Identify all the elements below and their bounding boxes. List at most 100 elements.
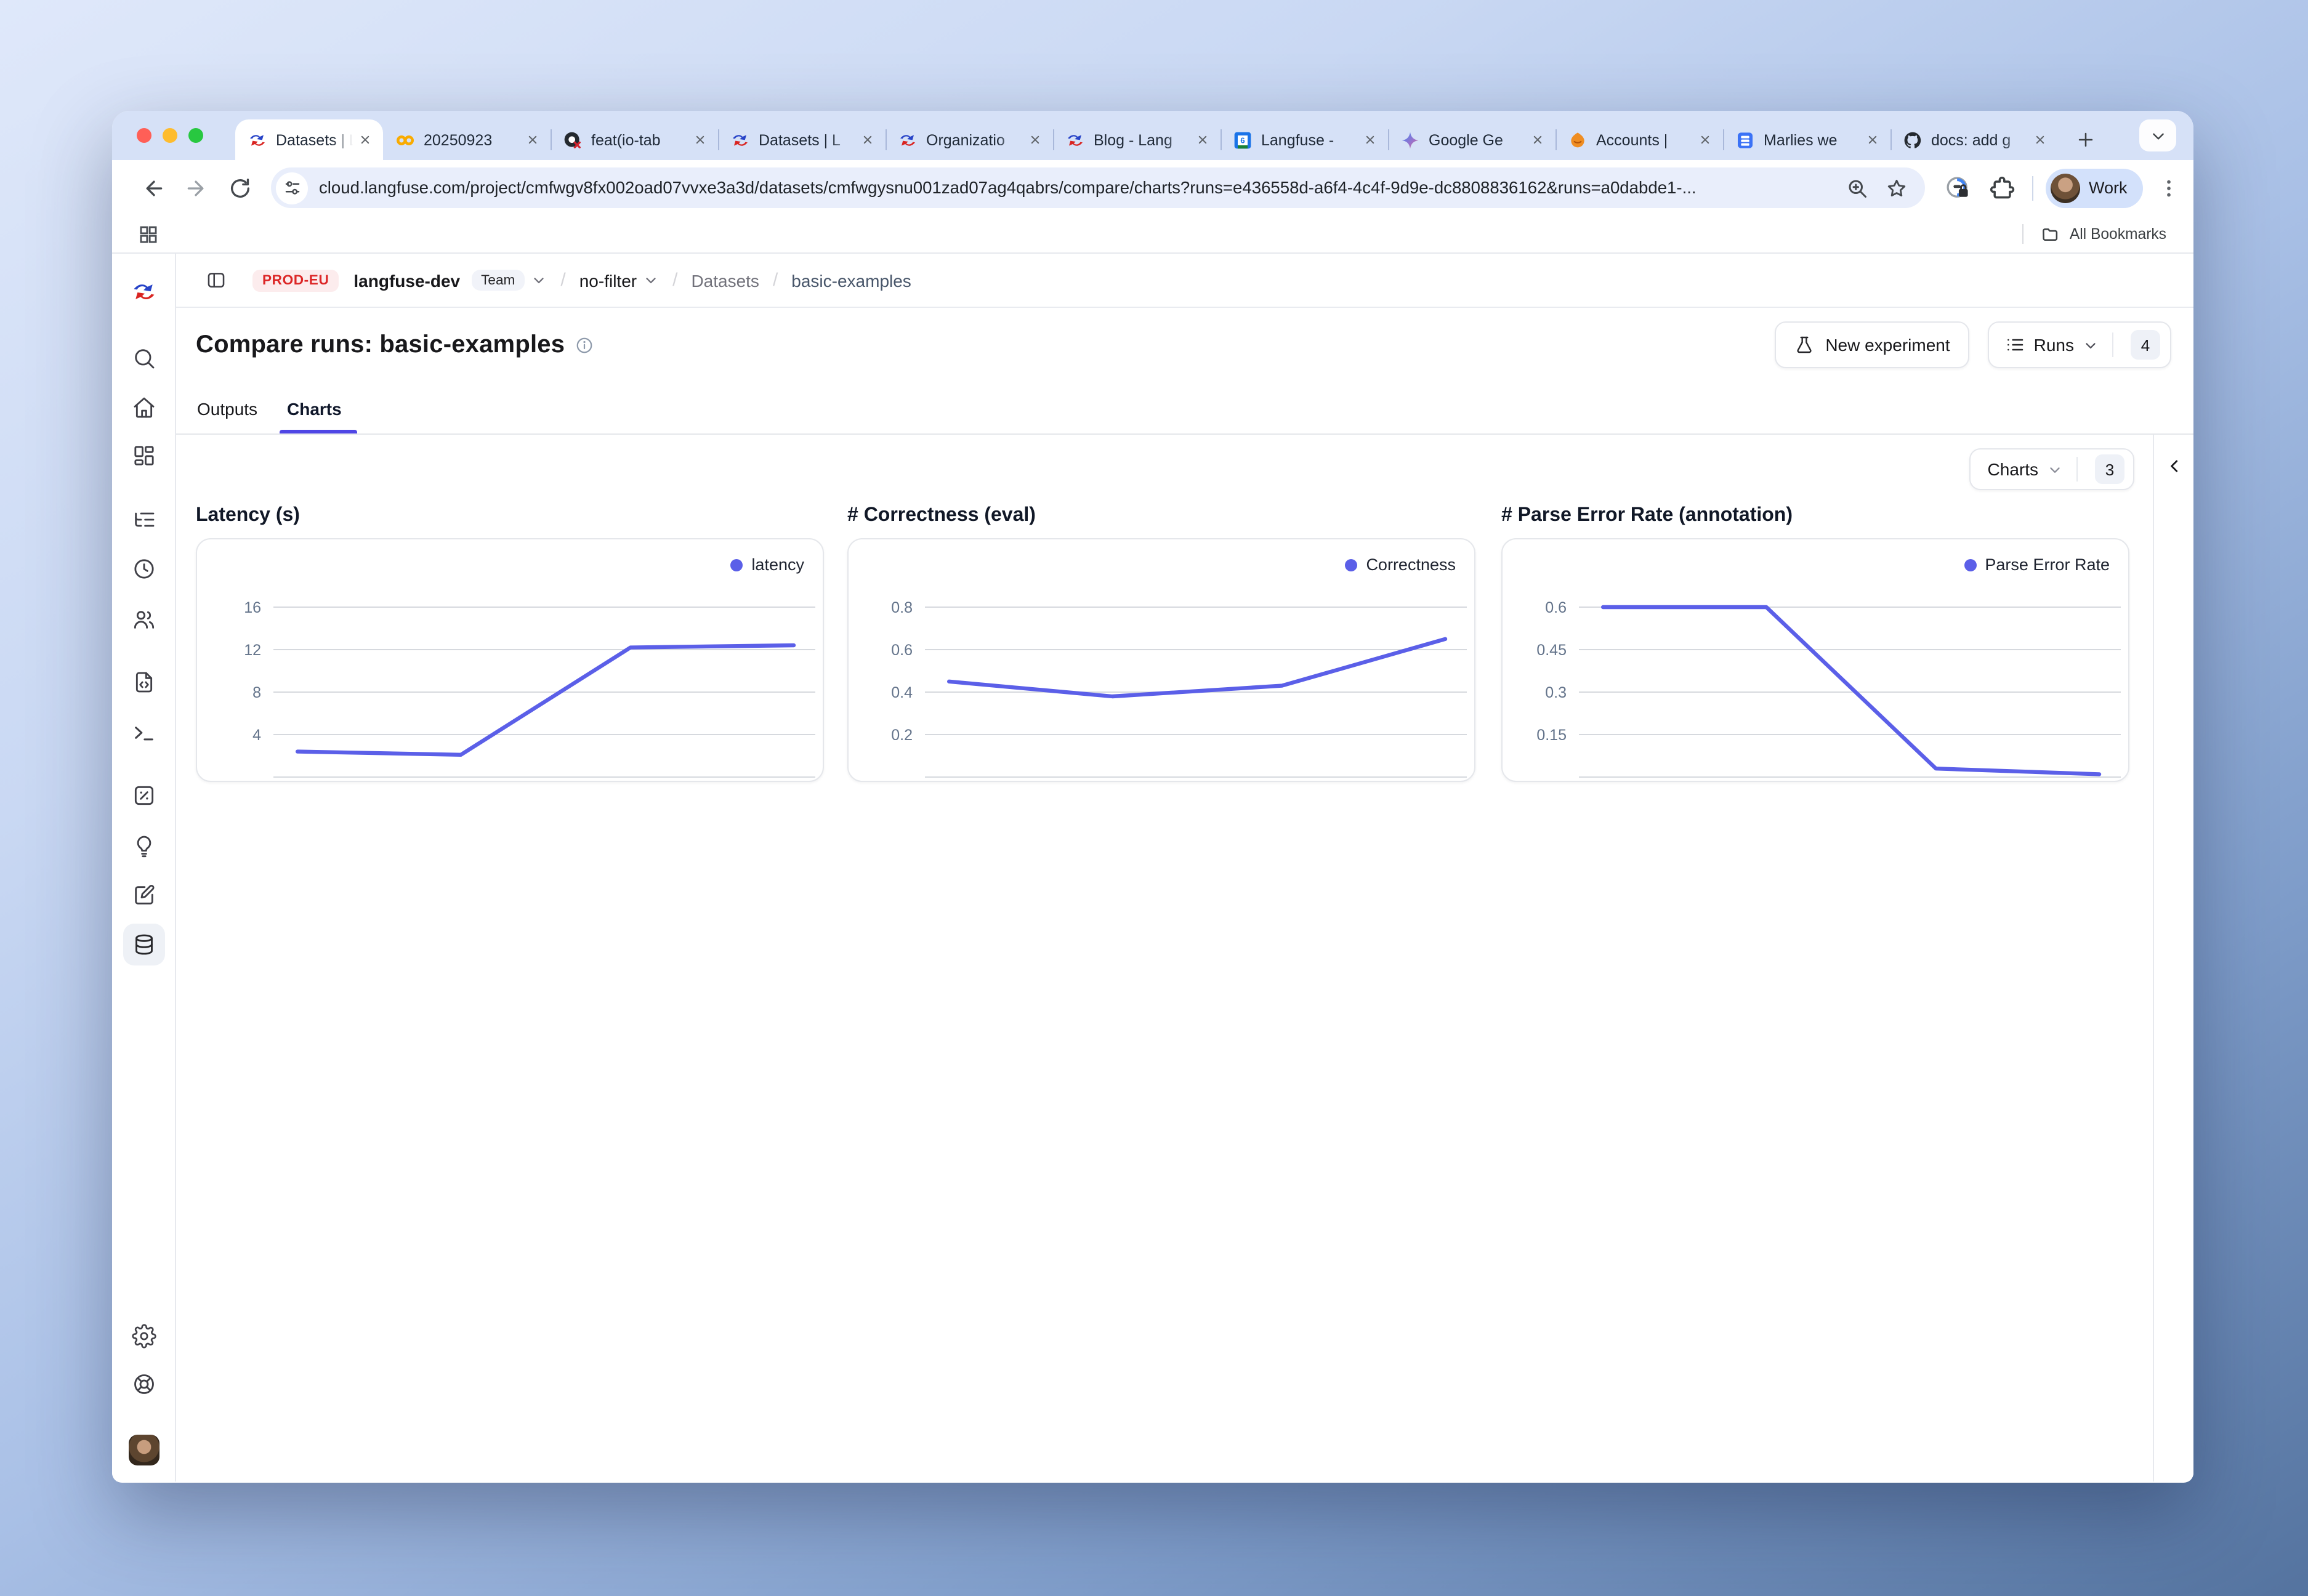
tab-close-icon[interactable] (1360, 130, 1379, 150)
browser-tab[interactable]: 20250923 (383, 119, 551, 160)
address-bar[interactable]: cloud.langfuse.com/project/cmfwgv8fx002o… (271, 167, 1925, 208)
tab-close-icon[interactable] (522, 130, 542, 150)
tracing-icon[interactable] (131, 507, 156, 532)
legend-label: Correctness (1366, 555, 1456, 574)
browser-tab[interactable]: Organizatio (886, 119, 1053, 160)
dashboards-icon[interactable] (131, 443, 156, 468)
legend-dot-icon (1345, 558, 1357, 571)
bookmark-star-icon[interactable] (1886, 177, 1908, 199)
browser-tab[interactable]: Datasets | L (235, 119, 383, 160)
project-name[interactable]: no-filter (579, 270, 637, 290)
tab-close-icon[interactable] (355, 130, 374, 150)
tab-title: 20250923 (424, 131, 522, 148)
tab-close-icon[interactable] (1862, 130, 1882, 150)
chevron-down-icon (2083, 337, 2099, 353)
tab-close-icon[interactable] (857, 130, 877, 150)
chart-title: # Correctness (eval) (847, 505, 1475, 538)
prompts-icon[interactable] (131, 670, 156, 695)
tab-close-icon[interactable] (1527, 130, 1547, 150)
runs-label: Runs (2034, 335, 2074, 355)
browser-profile-button[interactable]: Work (2046, 168, 2144, 208)
y-tick-label: 4 (252, 727, 261, 744)
datasets-icon[interactable] (123, 924, 164, 965)
chart-legend: Correctness (1345, 555, 1456, 574)
org-name[interactable]: langfuse-dev (353, 270, 460, 290)
right-rail (2153, 435, 2193, 1481)
chart-card: 0.150.30.450.6Parse Error Rate (1501, 538, 2129, 782)
forward-icon[interactable] (184, 175, 208, 200)
browser-tab[interactable]: 6Langfuse - (1221, 119, 1388, 160)
browser-tab[interactable]: Google Ge (1388, 119, 1555, 160)
breadcrumb-datasets-link[interactable]: Datasets (691, 270, 759, 290)
tab-charts[interactable]: Charts (287, 399, 342, 419)
search-icon[interactable] (131, 346, 156, 371)
tab-close-icon[interactable] (1695, 130, 1714, 150)
y-tick-label: 0.8 (891, 599, 913, 616)
y-tick-label: 0.3 (1545, 684, 1567, 701)
maximize-window-button[interactable] (188, 128, 203, 143)
browser-menu-icon[interactable] (2158, 177, 2181, 199)
browser-tab[interactable]: Datasets | L (718, 119, 886, 160)
chart-block: # Parse Error Rate (annotation)0.150.30.… (1501, 505, 2129, 782)
button-divider (2112, 332, 2113, 357)
tab-close-icon[interactable] (1025, 130, 1044, 150)
info-icon[interactable] (575, 336, 593, 354)
extensions-puzzle-icon[interactable] (1989, 174, 2016, 201)
tab-search-button[interactable] (2139, 119, 2176, 151)
tab-close-icon[interactable] (2030, 130, 2049, 150)
line-chart-svg: 0.20.40.60.8 (849, 539, 1475, 782)
y-tick-label: 0.45 (1536, 642, 1567, 659)
y-tick-label: 0.6 (891, 642, 913, 659)
breadcrumb: PROD-EU langfuse-dev Team / no-filter / … (176, 254, 2193, 308)
support-lifebuoy-icon[interactable] (131, 1372, 156, 1396)
tab-close-icon[interactable] (1192, 130, 1212, 150)
tab-outputs[interactable]: Outputs (197, 399, 257, 419)
page-header: Compare runs: basic-examples New experim… (176, 308, 2193, 382)
chevron-down-icon[interactable] (531, 272, 547, 288)
browser-tab[interactable]: Blog - Lang (1053, 119, 1221, 160)
playground-terminal-icon[interactable] (131, 720, 156, 745)
chart-block: # Correctness (eval)0.20.40.60.8Correctn… (847, 505, 1475, 782)
y-tick-label: 12 (244, 642, 261, 659)
charts-label: Charts (1988, 459, 2038, 479)
tab-close-icon[interactable] (690, 130, 709, 150)
users-icon[interactable] (131, 607, 156, 632)
collapse-panel-icon[interactable] (2165, 457, 2184, 475)
new-experiment-button[interactable]: New experiment (1775, 321, 1969, 368)
google-calendar-icon: 6 (1233, 130, 1253, 150)
browser-tab[interactable]: Marlies we (1723, 119, 1890, 160)
runs-count-badge: 4 (2131, 330, 2160, 360)
langfuse-logo-icon[interactable] (130, 278, 157, 305)
close-window-button[interactable] (137, 128, 151, 143)
chevron-down-icon (2047, 461, 2063, 477)
chevron-down-icon[interactable] (643, 272, 659, 288)
all-bookmarks-button[interactable]: All Bookmarks (2023, 224, 2166, 244)
minimize-window-button[interactable] (163, 128, 177, 143)
password-manager-icon[interactable] (1945, 174, 1972, 201)
site-info-icon[interactable] (276, 172, 308, 204)
sidebar-toggle-icon[interactable] (206, 270, 227, 291)
sessions-clock-icon[interactable] (131, 557, 156, 581)
chart-title: # Parse Error Rate (annotation) (1501, 505, 2129, 538)
charts-dropdown-button[interactable]: Charts 3 (1969, 448, 2134, 490)
url-text[interactable]: cloud.langfuse.com/project/cmfwgv8fx002o… (319, 179, 1846, 197)
home-icon[interactable] (131, 395, 156, 420)
langfuse-app: PROD-EU langfuse-dev Team / no-filter / … (112, 254, 2193, 1481)
page-tabs: Outputs Charts (176, 382, 2193, 435)
browser-tab[interactable]: feat(io-tab (551, 119, 718, 160)
scores-icon[interactable] (131, 783, 156, 808)
browser-tab[interactable]: Accounts | (1555, 119, 1723, 160)
llm-judge-lightbulb-icon[interactable] (131, 834, 156, 858)
settings-gear-icon[interactable] (131, 1324, 156, 1348)
series-line (1603, 607, 2099, 774)
new-tab-button[interactable] (2068, 122, 2102, 156)
charts-count-badge: 3 (2095, 454, 2124, 484)
browser-tab[interactable]: docs: add g (1890, 119, 2058, 160)
annotation-queues-icon[interactable] (131, 883, 156, 908)
apps-grid-icon[interactable] (138, 224, 159, 244)
zoom-icon[interactable] (1846, 177, 1868, 199)
back-icon[interactable] (142, 175, 166, 200)
runs-dropdown-button[interactable]: Runs 4 (1988, 321, 2171, 368)
reload-icon[interactable] (228, 175, 252, 200)
user-avatar[interactable] (128, 1435, 159, 1465)
